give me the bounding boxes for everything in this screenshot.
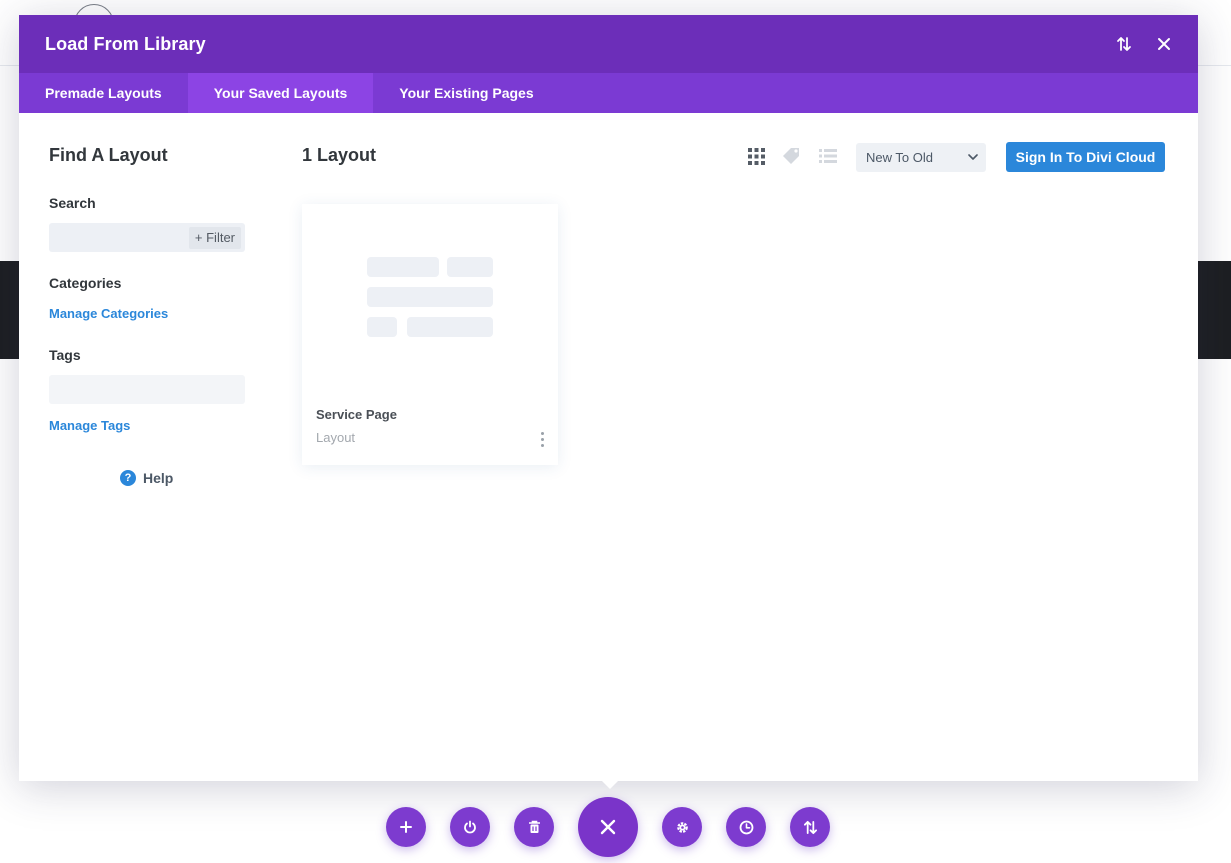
history-icon[interactable]: [726, 807, 766, 847]
tab-premade-layouts[interactable]: Premade Layouts: [19, 73, 188, 113]
layout-card[interactable]: Service Page Layout: [302, 204, 558, 465]
help-label: Help: [143, 470, 174, 486]
filter-button[interactable]: + Filter: [188, 227, 241, 249]
categories-label: Categories: [49, 275, 122, 291]
sort-icon[interactable]: [1112, 32, 1136, 56]
tab-your-existing-pages[interactable]: Your Existing Pages: [373, 73, 559, 113]
search-input[interactable]: + Filter: [49, 223, 245, 252]
close-icon[interactable]: [578, 797, 638, 857]
tags-input[interactable]: [49, 375, 245, 404]
grid-view-icon[interactable]: [746, 146, 766, 166]
modal-pointer: [599, 778, 621, 789]
tab-your-saved-layouts[interactable]: Your Saved Layouts: [187, 73, 374, 113]
trash-icon[interactable]: [514, 807, 554, 847]
tag-view-icon[interactable]: [782, 146, 802, 166]
sign-in-divi-cloud-button[interactable]: Sign In To Divi Cloud: [1006, 142, 1165, 172]
help-icon: ?: [120, 470, 136, 486]
sidebar-heading: Find A Layout: [49, 145, 168, 165]
gear-icon[interactable]: [662, 807, 702, 847]
modal-title: Load From Library: [45, 33, 206, 54]
power-icon[interactable]: [450, 807, 490, 847]
sidebar: Find A Layout Search + Filter Categories…: [49, 145, 245, 486]
plus-icon[interactable]: [386, 807, 426, 847]
more-options-icon[interactable]: [536, 432, 548, 450]
sort-select-value: New To Old: [866, 150, 933, 165]
search-label: Search: [49, 195, 96, 211]
list-view-icon[interactable]: [818, 146, 838, 166]
layout-count: 1 Layout: [302, 145, 377, 165]
close-icon[interactable]: [1152, 32, 1176, 56]
tab-bar: Premade Layouts Your Saved Layouts Your …: [19, 73, 1198, 113]
load-from-library-modal: Load From Library Premade Layouts Your S…: [19, 15, 1198, 781]
manage-categories-link[interactable]: Manage Categories: [49, 306, 168, 321]
help-button[interactable]: ? Help: [120, 470, 173, 486]
sort-select[interactable]: New To Old: [856, 143, 986, 172]
sort-icon[interactable]: [790, 807, 830, 847]
manage-tags-link[interactable]: Manage Tags: [49, 418, 130, 433]
layout-type: Layout: [316, 430, 356, 445]
tags-label: Tags: [49, 347, 81, 363]
chevron-down-icon: [968, 143, 978, 182]
layout-title: Service Page: [316, 407, 397, 422]
modal-header: Load From Library: [19, 15, 1198, 73]
